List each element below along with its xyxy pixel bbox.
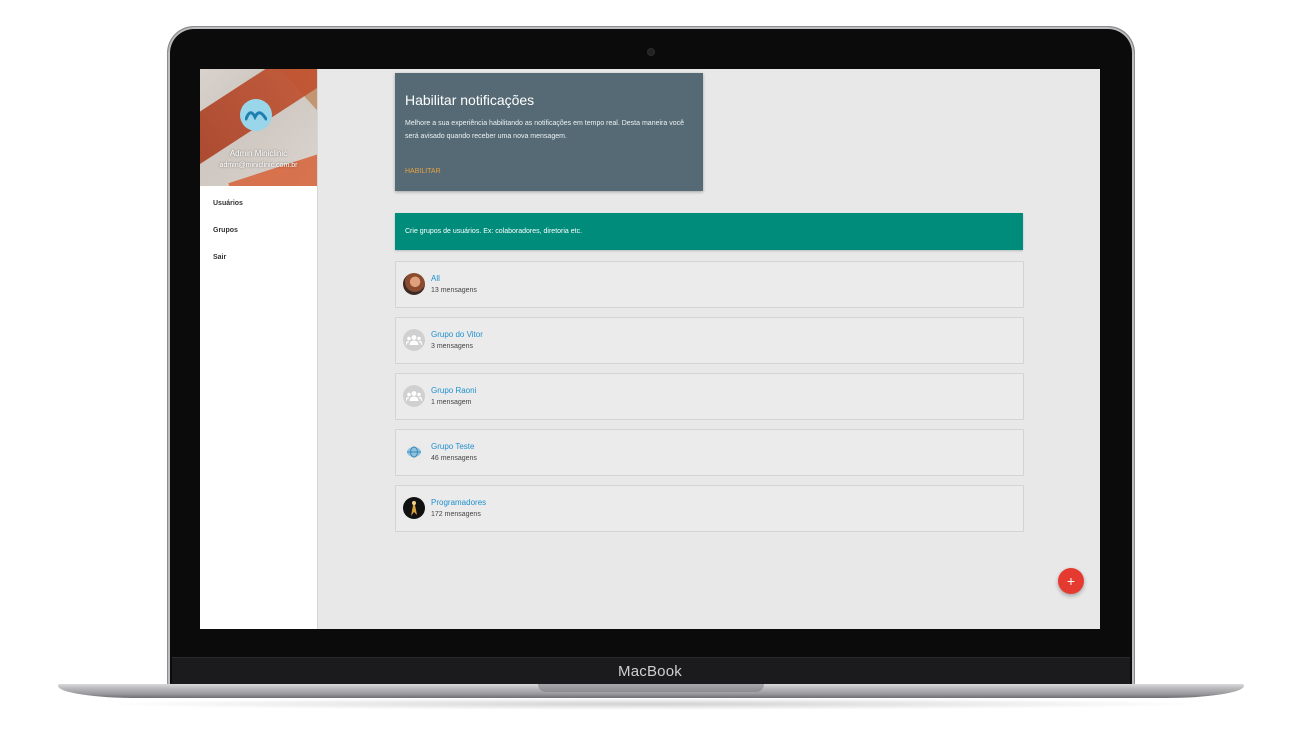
app-screen: Admin Miniclinic admin@miniclinic.com.br… <box>200 69 1100 629</box>
laptop-shadow <box>90 698 1210 710</box>
photo-avatar-icon <box>403 497 425 519</box>
sidebar: Admin Miniclinic admin@miniclinic.com.br… <box>200 69 318 629</box>
group-count: 172 mensagens <box>431 511 481 518</box>
group-people-icon <box>403 329 425 351</box>
photo-avatar-icon <box>403 273 425 295</box>
notification-card: Habilitar notificações Melhore a sua exp… <box>395 73 703 191</box>
group-name: Programadores <box>431 498 487 507</box>
group-count: 1 mensagem <box>431 399 472 406</box>
group-item-all[interactable]: All 13 mensagens <box>395 261 1024 308</box>
group-count: 3 mensagens <box>431 343 474 350</box>
notification-body: Melhore a sua experiência habilitando as… <box>405 120 684 140</box>
add-icon: + <box>1066 573 1076 589</box>
group-item-grupo-teste[interactable]: Grupo Teste 46 mensagens <box>395 429 1024 476</box>
group-item-programadores[interactable]: Programadores 172 mensagens <box>395 485 1024 532</box>
notification-title: Habilitar notificações <box>405 92 535 108</box>
enable-notifications-button[interactable]: HABILITAR <box>405 168 441 175</box>
group-count: 46 mensagens <box>431 455 477 462</box>
profile-name: Admin Miniclinic <box>229 149 288 158</box>
group-item-grupo-do-vitor[interactable]: Grupo do Vitor 3 mensagens <box>395 317 1024 364</box>
profile-email: admin@miniclinic.com.br <box>219 162 298 169</box>
group-item-grupo-raoni[interactable]: Grupo Raoni 1 mensagem <box>395 373 1024 420</box>
add-group-button[interactable]: + <box>1058 568 1084 594</box>
sidebar-item-usuarios[interactable]: Usuários <box>213 200 243 207</box>
camera-icon <box>648 49 654 55</box>
sidebar-item-grupos[interactable]: Grupos <box>213 227 238 234</box>
group-people-icon <box>403 385 425 407</box>
laptop-notch <box>538 684 764 692</box>
profile-header: Admin Miniclinic admin@miniclinic.com.br <box>200 69 317 186</box>
device-brand-label: MacBook <box>618 663 682 680</box>
sidebar-item-sair[interactable]: Sair <box>213 254 226 261</box>
group-name: Grupo Teste <box>431 442 475 451</box>
banner-text: Crie grupos de usuários. Ex: colaborador… <box>405 228 583 235</box>
group-name: Grupo do Vitor <box>431 330 483 339</box>
info-banner: Crie grupos de usuários. Ex: colaborador… <box>395 213 1023 250</box>
group-name: Grupo Raoni <box>431 386 477 395</box>
group-count: 13 mensagens <box>431 287 477 294</box>
globe-icon <box>403 441 425 463</box>
group-name: All <box>431 274 440 283</box>
miniclinic-logo-icon <box>240 99 272 131</box>
